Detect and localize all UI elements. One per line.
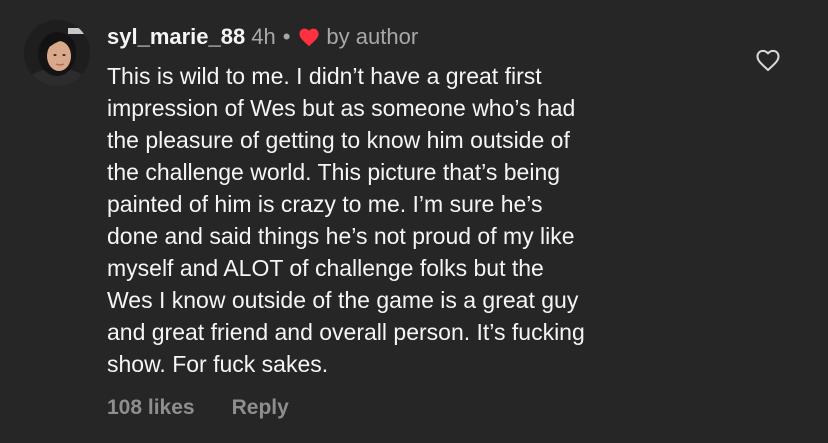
separator-dot: • (282, 24, 291, 49)
reply-button[interactable]: Reply (232, 396, 289, 420)
comment-header: syl_marie_88 4h • by author (107, 22, 418, 52)
comment-line: myself and ALOT of challenge folks but t… (107, 255, 544, 281)
comment-line: show. For fuck sakes. (107, 351, 329, 377)
comment-line: and great friend and overall person. It’… (107, 319, 585, 345)
user-avatar-image (24, 20, 90, 86)
comment-timestamp: 4h (251, 24, 276, 49)
username-link[interactable]: syl_marie_88 (107, 24, 245, 50)
author-badge: by author (326, 24, 419, 49)
comment-line: This is wild to me. I didn’t have a grea… (107, 63, 542, 89)
comment-line: impression of Wes but as someone who’s h… (107, 95, 576, 121)
comment-body: This is wild to me. I didn’t have a grea… (107, 60, 737, 380)
comment-line: the challenge world. This picture that’s… (107, 159, 561, 185)
comment-line: done and said things he’s not proud of m… (107, 223, 575, 249)
comment-line: the pleasure of getting to know him outs… (107, 127, 570, 153)
likes-count-link[interactable]: 108 likes (107, 396, 195, 420)
comment-line: painted of him is crazy to me. I’m sure … (107, 191, 543, 217)
comment-item: syl_marie_88 4h • by author This is wild… (0, 0, 828, 443)
heart-filled-icon (298, 27, 320, 47)
heart-outline-icon[interactable] (755, 48, 781, 72)
avatar[interactable] (24, 20, 90, 86)
comment-footer: 108 likes Reply (107, 396, 289, 420)
comment-line: Wes I know outside of the game is a grea… (107, 287, 579, 313)
